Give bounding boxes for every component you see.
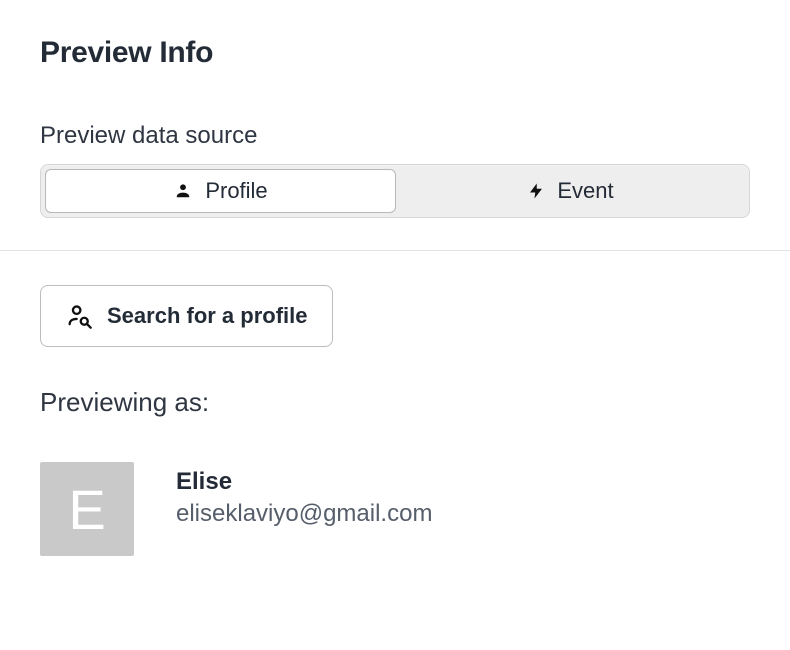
- search-profile-button[interactable]: Search for a profile: [40, 285, 333, 347]
- segment-event[interactable]: Event: [396, 169, 745, 213]
- search-profile-button-label: Search for a profile: [107, 303, 308, 329]
- page-title: Preview Info: [40, 36, 750, 70]
- person-icon: [173, 181, 193, 201]
- segment-event-label: Event: [557, 178, 613, 204]
- segment-profile-label: Profile: [205, 178, 267, 204]
- segment-profile[interactable]: Profile: [45, 169, 396, 213]
- profile-email: eliseklaviyo@gmail.com: [176, 500, 432, 528]
- lightning-icon: [527, 180, 545, 202]
- profile-name: Elise: [176, 468, 432, 496]
- preview-profile: E Elise eliseklaviyo@gmail.com: [40, 462, 750, 556]
- person-search-icon: [65, 302, 93, 330]
- data-source-label: Preview data source: [40, 122, 750, 150]
- previewing-as-label: Previewing as:: [40, 387, 750, 418]
- avatar: E: [40, 462, 134, 556]
- data-source-segmented-control: Profile Event: [40, 164, 750, 218]
